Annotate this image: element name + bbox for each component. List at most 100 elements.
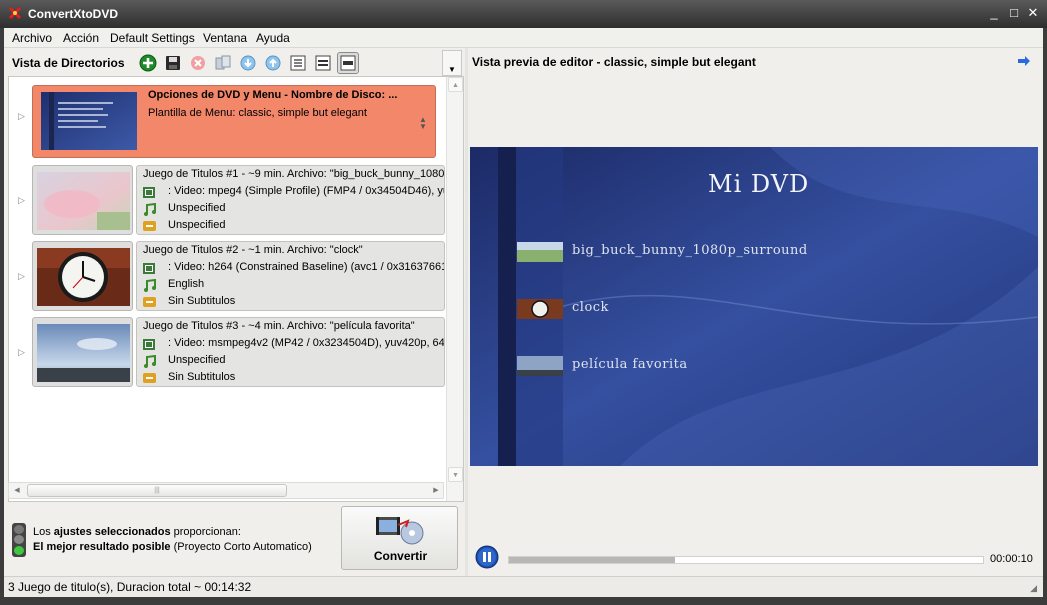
audio-info: English [168,278,205,290]
minimize-icon[interactable]: _ [986,6,1002,20]
scroll-up-arrow-icon[interactable]: ▲ [448,77,463,92]
status-text: 3 Juego de titulo(s), Duracion total ~ 0… [8,580,252,594]
settings-result: El mejor resultado posible [33,541,171,553]
playback-time: 00:00:10 [990,553,1033,565]
title-thumbnail-box [32,241,133,311]
menu-archivo[interactable]: Archivo [12,31,52,45]
expand-arrow-icon[interactable]: ▷ [18,347,26,358]
convert-icon [376,517,424,545]
maximize-icon[interactable]: □ [1006,6,1022,20]
audio-info: Unspecified [168,202,226,214]
save-icon[interactable] [162,52,184,74]
audio-info: Unspecified [168,354,226,366]
scroll-down-arrow-icon[interactable]: ▼ [448,467,463,482]
scroll-right-arrow-icon[interactable]: ▶ [429,484,443,497]
titles-list[interactable]: ▷ Opciones de DVD y Menu - Nombre de Dis… [8,76,464,502]
audio-icon [144,279,156,292]
video-icon [143,339,155,350]
collapse-view-icon[interactable] [337,52,359,74]
menu-thumbnail [41,92,137,150]
subtitle-info: Unspecified [168,219,226,231]
convert-button[interactable]: Convertir [341,506,458,570]
video-icon [143,187,155,198]
traffic-light-icon [12,523,26,557]
audio-icon [144,203,156,216]
title-heading: Juego de Titulos #3 - ~4 min. Archivo: "… [143,320,415,332]
move-down-icon[interactable] [237,52,259,74]
preview-thumb-1 [517,242,563,262]
scroll-left-arrow-icon[interactable]: ◀ [10,484,24,497]
subtitle-icon [143,373,156,383]
move-up-icon[interactable] [262,52,284,74]
menu-bar: Archivo Acción Default Settings Ventana … [4,28,1043,48]
preview-menu-item-1[interactable]: big_buck_bunny_1080p_surround [572,243,808,258]
expand-arrow-icon[interactable]: ▷ [18,111,26,122]
settings-selected: ajustes seleccionados [53,526,171,538]
video-info: : Video: h264 (Constrained Baseline) (av… [168,261,445,273]
preview-thumb-2 [517,299,563,319]
title-info-panel: Juego de Titulos #2 - ~1 min. Archivo: "… [136,241,445,311]
menu-ayuda[interactable]: Ayuda [256,31,290,45]
title-thumbnail [37,324,130,382]
scroll-thumb[interactable]: ||| [27,484,287,497]
settings-summary: Los ajustes seleccionados proporcionan: … [33,526,312,553]
preview-menu-item-3[interactable]: película favorita [572,357,688,372]
directory-panel-title: Vista de Directorios [12,56,125,70]
editor-preview-panel: Vista previa de editor - classic, simple… [468,48,1043,576]
delete-icon[interactable] [187,52,209,74]
pause-icon[interactable] [475,545,499,569]
title-info-panel: Juego de Titulos #3 - ~4 min. Archivo: "… [136,317,445,387]
list-icon[interactable] [287,52,309,74]
horizontal-scrollbar[interactable]: ◀ ||| ▶ [8,482,444,499]
add-icon[interactable] [137,52,159,74]
title-heading: Juego de Titulos #2 - ~1 min. Archivo: "… [143,244,363,256]
title-thumbnail [37,248,130,306]
resize-grip-icon[interactable]: ◢ [1030,583,1037,594]
title-bar: ConvertXtoDVD _ □ ✕ [0,0,1047,28]
title-info-panel: Juego de Titulos #1 - ~9 min. Archivo: "… [136,165,445,235]
menu-options-title: Opciones de DVD y Menu - Nombre de Disco… [148,89,398,101]
preview-menu-item-2[interactable]: clock [572,300,609,315]
subtitle-info: Sin Subtitulos [168,371,236,383]
seek-bar[interactable] [508,556,984,564]
audio-icon [144,355,156,368]
title-thumbnail [37,172,130,230]
expand-arrow-icon[interactable]: ▷ [18,271,26,282]
subtitle-icon [143,297,156,307]
video-icon [143,263,155,274]
expand-arrow-icon[interactable]: ▷ [18,195,26,206]
directory-panel: Vista de Directorios ▼ ▷ Opciones de DVD… [4,48,465,576]
title-heading: Juego de Titulos #1 - ~9 min. Archivo: "… [143,168,445,180]
subtitle-info: Sin Subtitulos [168,295,236,307]
preview-menu-title: Mi DVD [708,170,810,198]
subtitle-icon [143,221,156,231]
dvd-menu-options-item[interactable]: Opciones de DVD y Menu - Nombre de Disco… [32,85,436,158]
window-title: ConvertXtoDVD [28,7,119,21]
spinner-icon[interactable]: ▲ ▼ [419,116,427,131]
video-info: : Video: msmpeg4v2 (MP42 / 0x3234504D), … [168,337,445,349]
detail-list-icon[interactable] [312,52,334,74]
menu-template-label: Plantilla de Menu: classic, simple but e… [148,107,367,119]
convert-label: Convertir [373,549,428,563]
arrow-right-icon[interactable] [1017,55,1031,67]
playback-controls: 00:00:10 [468,542,1043,576]
title-set-3[interactable]: Juego de Titulos #3 - ~4 min. Archivo: "… [32,317,445,387]
dvd-menu-preview[interactable]: Mi DVD big_buck_bunny_1080p_surround clo… [470,147,1038,466]
vertical-scrollbar[interactable]: ▲ ▼ [446,77,463,501]
video-info: : Video: mpeg4 (Simple Profile) (FMP4 / … [168,185,445,197]
app-icon [8,6,22,20]
close-icon[interactable]: ✕ [1025,6,1041,20]
preview-thumb-3 [517,356,563,376]
menu-accion[interactable]: Acción [63,31,99,45]
copy-icon[interactable] [212,52,234,74]
title-set-1[interactable]: Juego de Titulos #1 - ~9 min. Archivo: "… [32,165,445,235]
title-set-2[interactable]: Juego de Titulos #2 - ~1 min. Archivo: "… [32,241,445,311]
menu-default-settings[interactable]: Default Settings [110,31,195,45]
title-thumbnail-box [32,317,133,387]
directory-toolbar: Vista de Directorios ▼ [4,48,465,78]
toolbar-dropdown-button[interactable]: ▼ [442,50,462,76]
menu-ventana[interactable]: Ventana [203,31,247,45]
conversion-strip: Los ajustes seleccionados proporcionan: … [4,504,465,576]
preview-title: Vista previa de editor - classic, simple… [472,55,756,69]
title-thumbnail-box [32,165,133,235]
